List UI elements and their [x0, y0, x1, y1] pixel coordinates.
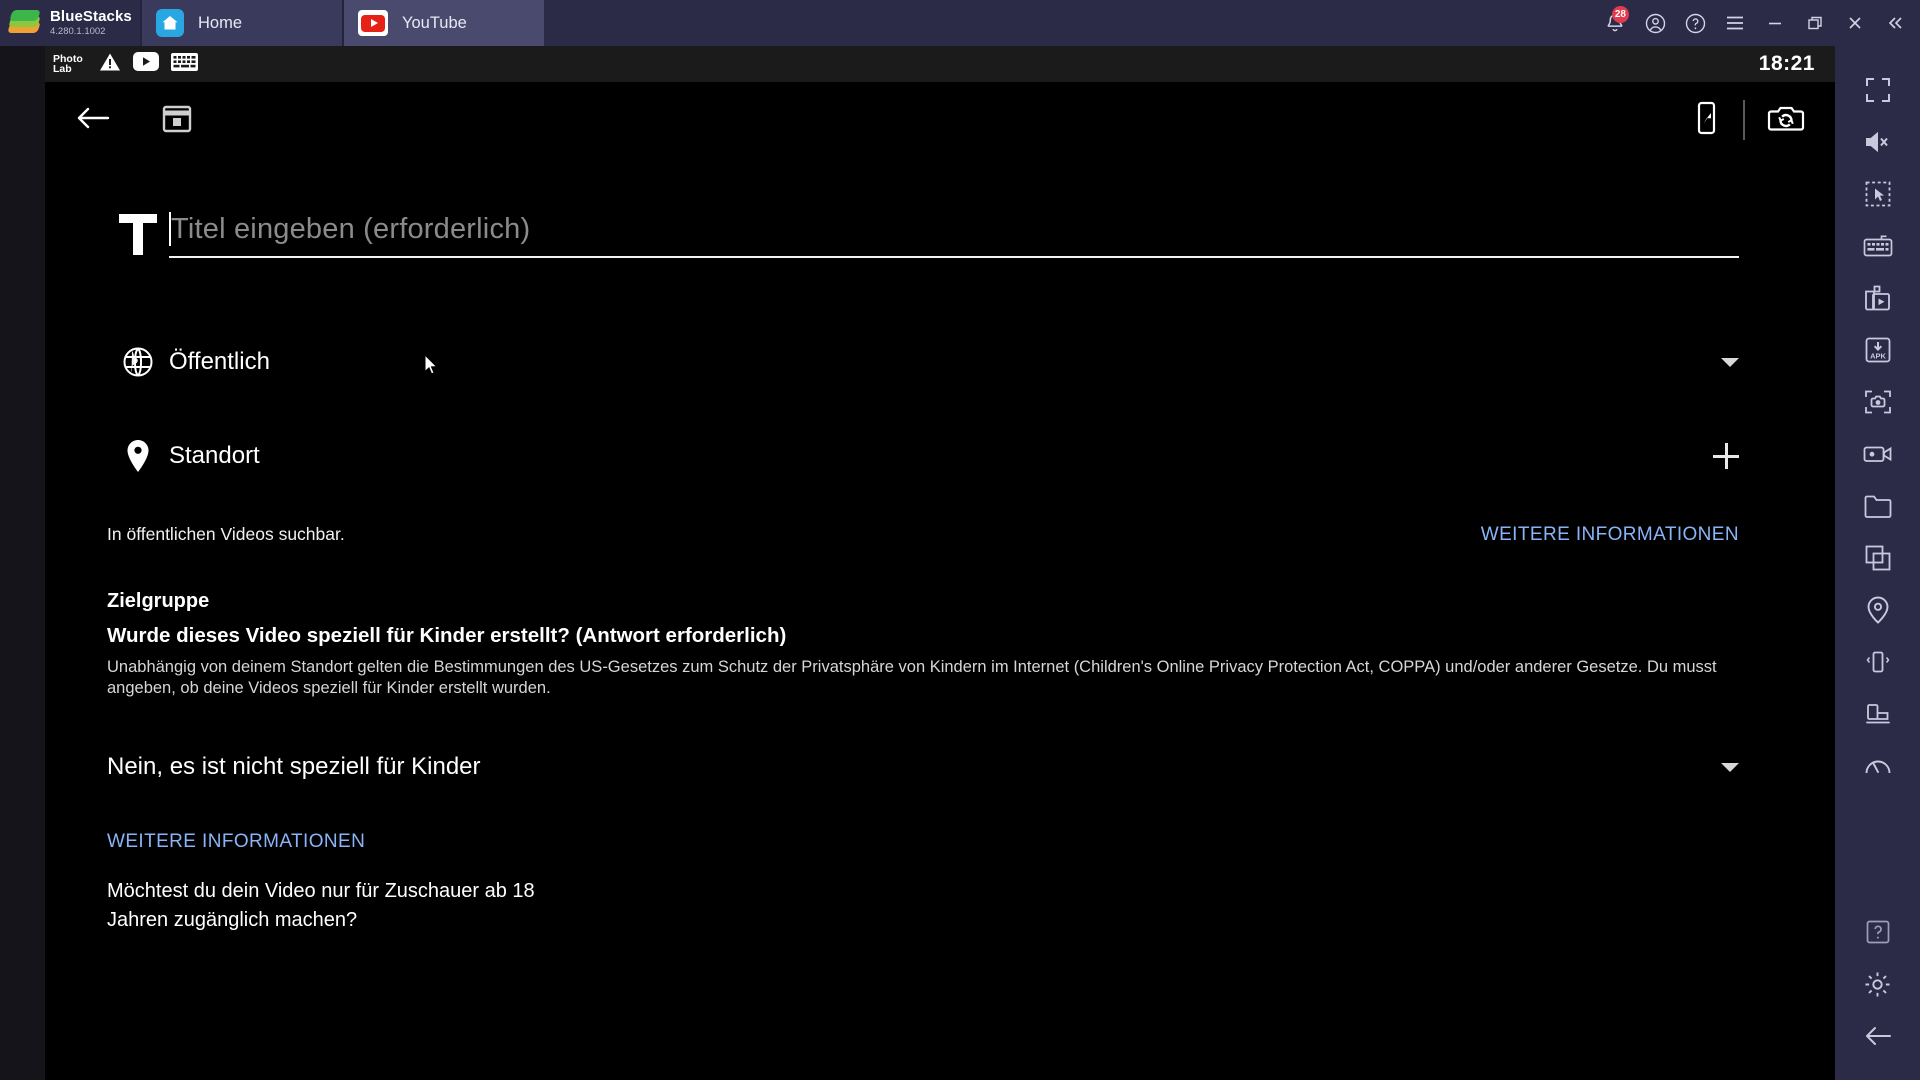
location-button[interactable]: [1835, 584, 1920, 636]
chevron-down-icon[interactable]: [1721, 357, 1739, 367]
cast-to-phone-icon[interactable]: [1691, 101, 1721, 140]
android-statusbar: Photo Lab 18:21: [45, 46, 1835, 82]
chevron-down-icon[interactable]: [1721, 762, 1739, 772]
warning-icon: [99, 52, 121, 77]
visibility-row[interactable]: Öffentlich: [63, 320, 1817, 404]
tab-youtube-label: YouTube: [402, 13, 467, 32]
window-titlebar: BlueStacks 4.280.1.1002 Home YouTube 28: [0, 0, 1920, 46]
mouse-cursor: [424, 354, 438, 375]
tab-home-label: Home: [198, 13, 243, 32]
fullscreen-button[interactable]: [1835, 64, 1920, 116]
collapse-sidebar-button[interactable]: [1876, 0, 1914, 46]
menu-button[interactable]: [1716, 0, 1754, 46]
bluestacks-logo-icon: [7, 8, 42, 38]
bluestacks-window: BlueStacks 4.280.1.1002 Home YouTube 28 …: [0, 0, 1920, 1080]
bluestacks-title: BlueStacks: [50, 8, 132, 26]
youtube-icon: [133, 52, 159, 76]
record-screen-button[interactable]: [1835, 428, 1920, 480]
searchable-more-info-link[interactable]: WEITERE INFORMATIONEN: [1481, 524, 1739, 546]
back-arrow-icon[interactable]: [75, 104, 111, 137]
home-icon: [156, 9, 184, 37]
location-pin-icon: [107, 439, 169, 473]
game-controls-button[interactable]: [1835, 168, 1920, 220]
account-button[interactable]: [1636, 0, 1674, 46]
title-T-icon: [107, 206, 169, 258]
audience-heading: Zielgruppe: [107, 590, 210, 612]
install-apk-button[interactable]: APK: [1835, 324, 1920, 376]
upload-form: Titel eingeben (erforderlich) Öffentlich: [45, 158, 1835, 935]
bluestacks-sidebar: APK: [1835, 46, 1920, 1080]
bluestacks-brand: BlueStacks 4.280.1.1002: [0, 0, 140, 46]
tab-youtube[interactable]: YouTube: [344, 0, 544, 46]
appbar-divider: [1743, 100, 1745, 140]
tab-home[interactable]: Home: [142, 0, 342, 46]
minimize-button[interactable]: [1756, 0, 1794, 46]
location-label: Standort: [169, 442, 260, 469]
audience-more-info-link[interactable]: WEITERE INFORMATIONEN: [107, 831, 365, 852]
rotate-button[interactable]: [1835, 688, 1920, 740]
title-placeholder: Titel eingeben (erforderlich): [171, 213, 531, 245]
close-button[interactable]: [1836, 0, 1874, 46]
youtube-icon: [358, 10, 388, 36]
shake-button[interactable]: [1835, 636, 1920, 688]
title-input[interactable]: Titel eingeben (erforderlich): [169, 212, 1739, 258]
calendar-icon[interactable]: [161, 102, 193, 139]
globe-icon: [107, 346, 169, 378]
keyboard-icon: [171, 52, 198, 76]
screenshot-button[interactable]: [1835, 376, 1920, 428]
audience-question: Wurde dieses Video speziell für Kinder e…: [107, 624, 787, 647]
help-button[interactable]: [1835, 906, 1920, 958]
title-input-row: Titel eingeben (erforderlich): [63, 158, 1817, 258]
notification-badge: 28: [1611, 6, 1629, 23]
age-restriction-question: Möchtest du dein Video nur für Zuschauer…: [107, 880, 535, 932]
camera-flip-icon[interactable]: [1767, 102, 1805, 139]
window-controls: 28: [1596, 0, 1920, 46]
media-manager-button[interactable]: [1835, 272, 1920, 324]
android-screen: Photo Lab 18:21 Titel eingeben (erforder…: [45, 46, 1835, 1080]
help-button[interactable]: [1676, 0, 1714, 46]
audience-answer-label: Nein, es ist nicht speziell für Kinder: [107, 753, 481, 781]
maximize-button[interactable]: [1796, 0, 1834, 46]
audience-more-info-block: WEITERE INFORMATIONEN Möchtest du dein V…: [63, 831, 1817, 935]
audience-body-text: Unabhängig von deinem Standort gelten di…: [107, 658, 1717, 698]
mute-button[interactable]: [1835, 116, 1920, 168]
location-row[interactable]: Standort: [63, 414, 1817, 498]
media-folder-button[interactable]: [1835, 480, 1920, 532]
notifications-button[interactable]: 28: [1596, 0, 1634, 46]
plus-icon[interactable]: [1713, 443, 1739, 469]
keymapping-button[interactable]: [1835, 220, 1920, 272]
titlebar-spacer: [544, 0, 1596, 46]
performance-button[interactable]: [1835, 740, 1920, 792]
photo-lab-badge: Photo Lab: [53, 53, 83, 75]
youtube-appbar: [45, 82, 1835, 158]
searchable-note: In öffentlichen Videos suchbar.: [107, 524, 345, 544]
visibility-label: Öffentlich: [169, 348, 270, 375]
audience-answer-row[interactable]: Nein, es ist nicht speziell für Kinder: [63, 721, 1817, 813]
bluestacks-version: 4.280.1.1002: [50, 26, 106, 38]
audience-section: Zielgruppe Wurde dieses Video speziell f…: [63, 590, 1817, 699]
multi-instance-button[interactable]: [1835, 532, 1920, 584]
searchable-note-row: In öffentlichen Videos suchbar. WEITERE …: [63, 524, 1817, 546]
settings-button[interactable]: [1835, 958, 1920, 1010]
svg-text:APK: APK: [1870, 352, 1886, 361]
statusbar-clock: 18:21: [1758, 52, 1815, 75]
back-button[interactable]: [1835, 1010, 1920, 1062]
